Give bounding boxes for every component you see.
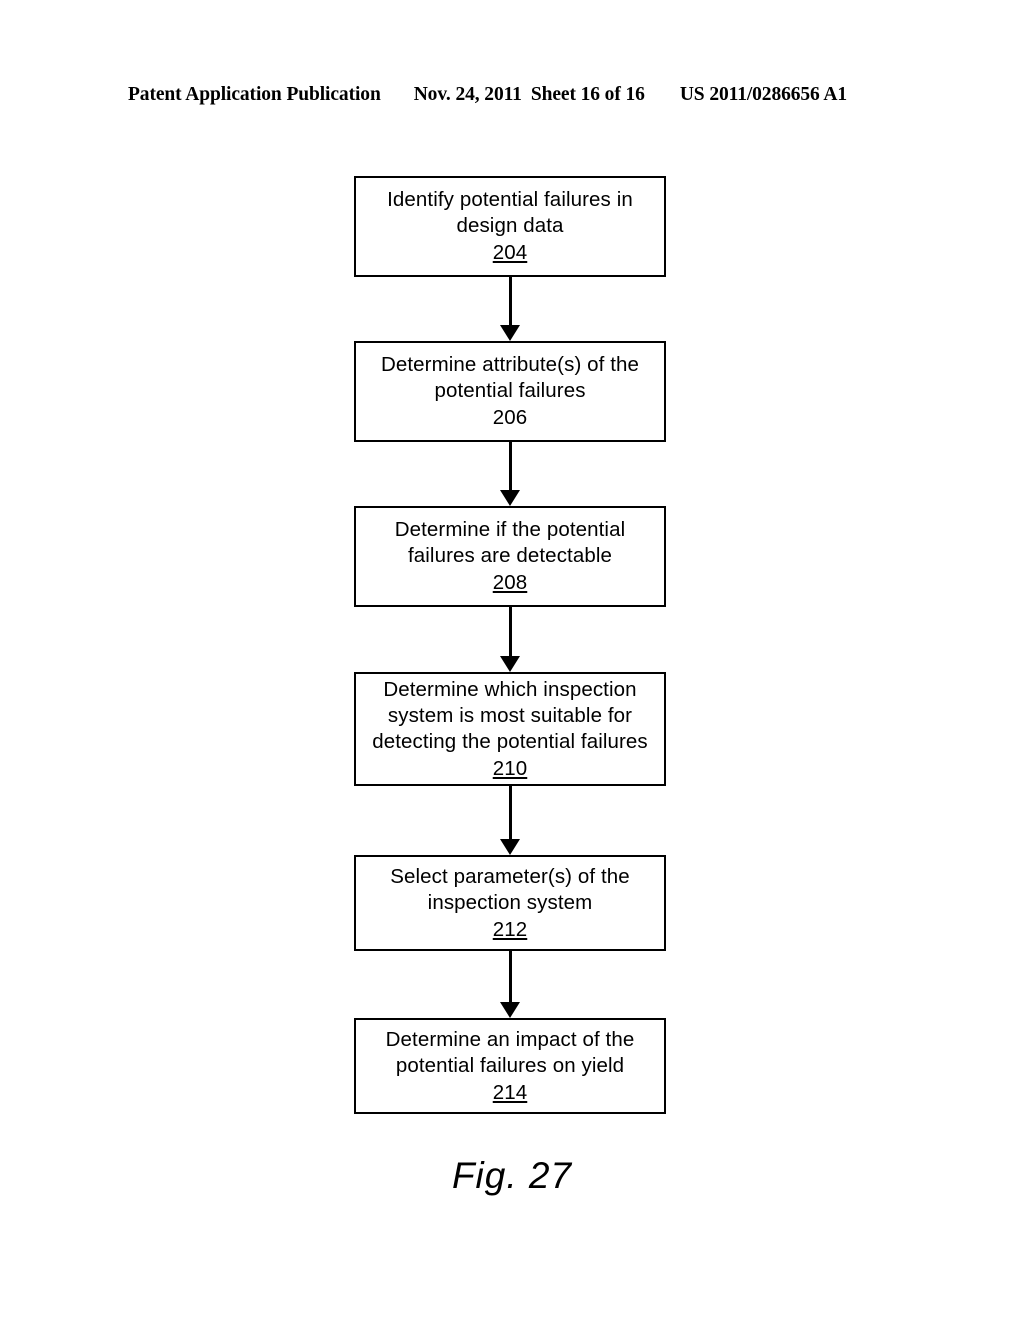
flowchart-node-206-text: Determine attribute(s) of the potential … bbox=[380, 353, 640, 402]
flowchart-node-210: Determine which inspection system is mos… bbox=[354, 672, 666, 786]
flowchart-node-214: Determine an impact of the potential fai… bbox=[354, 1018, 666, 1114]
arrowhead-206-to-208-icon bbox=[500, 490, 520, 506]
flowchart-node-208: Determine if the potential failures are … bbox=[354, 506, 666, 607]
connector-204-to-206 bbox=[509, 277, 512, 327]
flowchart-node-204-text: Identify potential failures in design da… bbox=[387, 188, 633, 237]
flowchart-node-214-ref: 214 bbox=[492, 1080, 528, 1104]
flowchart-node-214-text: Determine an impact of the potential fai… bbox=[385, 1027, 635, 1077]
flowchart-node-208-ref: 208 bbox=[492, 571, 528, 594]
arrowhead-210-to-212-icon bbox=[500, 839, 520, 855]
arrowhead-204-to-206-icon bbox=[500, 325, 520, 341]
figure-caption: Fig. 27 bbox=[451, 1155, 573, 1196]
flowchart-node-212-ref: 212 bbox=[492, 917, 528, 941]
flowchart-node-208-text: Determine if the potential failures are … bbox=[394, 518, 626, 567]
arrowhead-212-to-214-icon bbox=[500, 1002, 520, 1018]
connector-206-to-208 bbox=[509, 442, 512, 492]
flowchart-diagram: Identify potential failures in design da… bbox=[0, 0, 1024, 1320]
flowchart-node-212-text: Select parameter(s) of the inspection sy… bbox=[390, 864, 630, 914]
flowchart-node-210-ref: 210 bbox=[492, 756, 528, 780]
flowchart-node-206-ref: 206 bbox=[492, 406, 528, 429]
flowchart-node-204-ref: 204 bbox=[492, 241, 528, 264]
arrowhead-208-to-210-icon bbox=[500, 656, 520, 672]
connector-208-to-210 bbox=[509, 607, 512, 657]
flowchart-node-206: Determine attribute(s) of the potential … bbox=[354, 341, 666, 442]
flowchart-node-210-text: Determine which inspection system is mos… bbox=[372, 677, 648, 753]
connector-212-to-214 bbox=[509, 951, 512, 1002]
flowchart-node-204: Identify potential failures in design da… bbox=[354, 176, 666, 277]
connector-210-to-212 bbox=[509, 786, 512, 839]
flowchart-node-212: Select parameter(s) of the inspection sy… bbox=[354, 855, 666, 951]
